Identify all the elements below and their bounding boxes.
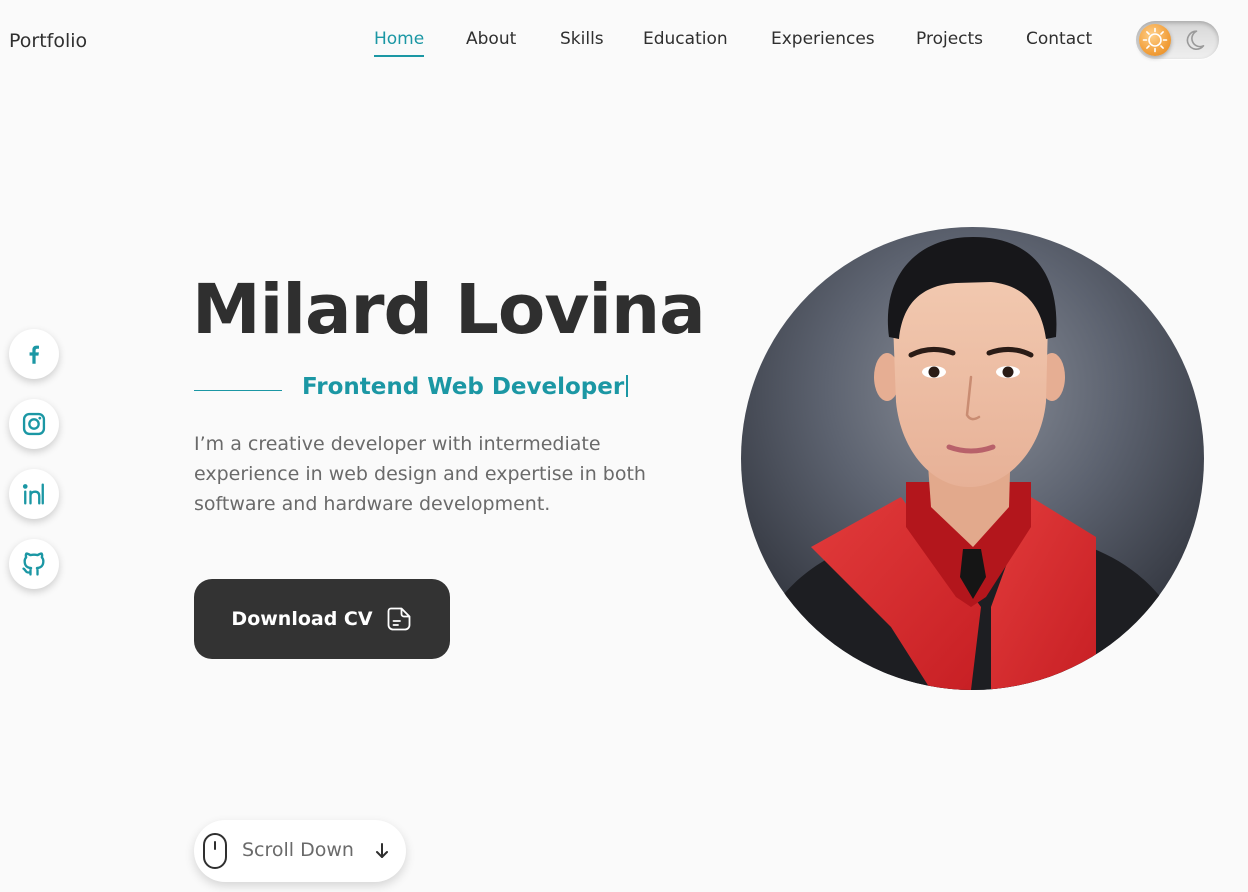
theme-toggle[interactable] [1136,21,1219,59]
mouse-icon [203,833,227,869]
download-cv-label: Download CV [231,608,373,630]
site-header: Portfolio Home About Skills Education Ex… [0,0,1248,80]
download-cv-button[interactable]: Download CV [194,579,450,659]
logo[interactable]: Portfolio [9,30,87,52]
hero-name: Milard Lovina [192,270,706,350]
facebook-icon [29,345,39,364]
arrow-down-icon [376,843,388,858]
nav-contact[interactable]: Contact [1026,29,1092,55]
subtitle-divider [194,390,282,391]
profile-photo [741,227,1204,690]
linkedin-icon [22,483,44,505]
scroll-down-button[interactable]: Scroll Down [194,820,406,882]
facebook-link[interactable] [9,329,59,379]
document-icon [387,607,410,631]
hero-description: I’m a creative developer with intermedia… [194,433,646,515]
nav-home[interactable]: Home [374,29,425,57]
scroll-down-label: Scroll Down [242,839,354,861]
nav-projects[interactable]: Projects [916,29,983,55]
github-icon [22,552,45,576]
typing-cursor [626,375,629,397]
nav-education[interactable]: Education [643,29,728,55]
linkedin-link[interactable] [9,469,59,519]
github-link[interactable] [9,539,59,589]
nav-skills[interactable]: Skills [560,29,604,55]
instagram-link[interactable] [9,399,59,449]
instagram-icon [22,412,46,436]
sun-knob [1139,24,1171,56]
moon-icon [1186,30,1205,50]
hero-subtitle: Frontend Web Developer [302,374,629,400]
nav-experiences[interactable]: Experiences [771,29,875,55]
hero-subtitle-text: Frontend Web Developer [302,374,625,400]
nav-about[interactable]: About [466,29,516,55]
sun-icon [1142,27,1168,53]
